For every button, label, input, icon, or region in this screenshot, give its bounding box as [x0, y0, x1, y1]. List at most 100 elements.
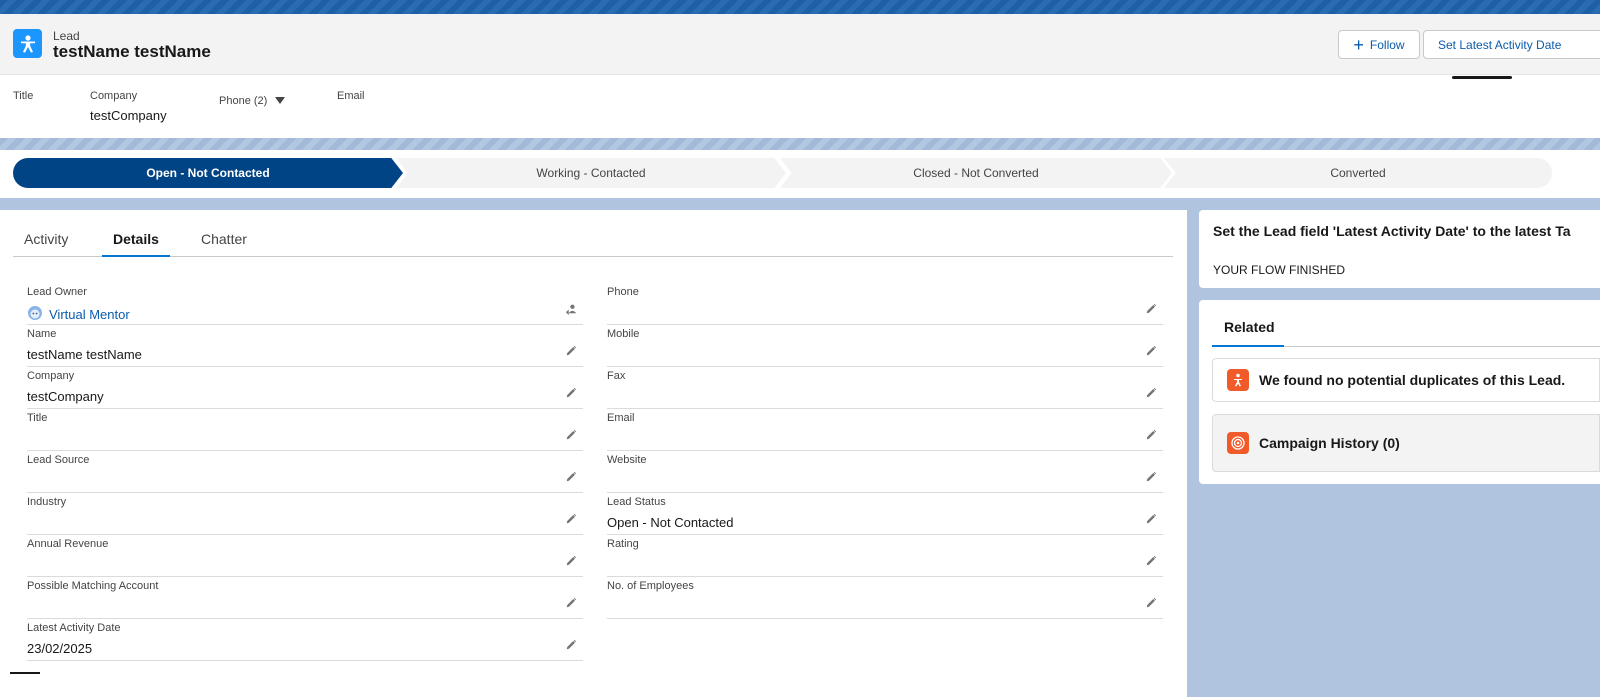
field-value: testName testName [27, 347, 142, 362]
header-field-value: testCompany [90, 108, 167, 123]
field-phone: Phone [607, 283, 1163, 325]
field-industry: Industry [27, 493, 583, 535]
duplicates-text: We found no potential duplicates of this… [1259, 372, 1566, 388]
field-lead-owner: Lead Owner Virtual Mentor [27, 283, 583, 325]
set-latest-activity-date-label: Set Latest Activity Date [1438, 37, 1562, 52]
pencil-icon[interactable] [1145, 429, 1159, 443]
field-website: Website [607, 451, 1163, 493]
flow-title: Set the Lead field 'Latest Activity Date… [1213, 223, 1571, 239]
field-label: Possible Matching Account [27, 580, 159, 592]
lead-owner-link[interactable]: Virtual Mentor [27, 305, 130, 324]
path-step-closed-not-converted[interactable]: Closed - Not Converted [780, 158, 1172, 188]
follow-button-label: Follow [1369, 37, 1405, 52]
duplicates-card: We found no potential duplicates of this… [1212, 358, 1600, 402]
header-top: Lead testName testName + Follow Set Late… [0, 14, 1600, 75]
field-value: 23/02/2025 [27, 641, 93, 656]
button-underline [1452, 76, 1512, 79]
chevron-down-icon[interactable] [274, 97, 285, 105]
field-latest-activity-date: Latest Activity Date 23/02/2025 [27, 619, 583, 661]
field-annual-revenue: Annual Revenue [27, 535, 583, 577]
path-step-working-contacted[interactable]: Working - Contacted [396, 158, 786, 188]
pencil-icon[interactable] [1145, 471, 1159, 485]
field-lead-source: Lead Source [27, 451, 583, 493]
tab-activity[interactable]: Activity [24, 231, 68, 257]
tab-related[interactable]: Related [1212, 319, 1284, 347]
pencil-icon[interactable] [565, 555, 579, 569]
field-label: Title [27, 412, 48, 424]
field-possible-matching-account: Possible Matching Account [27, 577, 583, 619]
field-label: Email [607, 412, 635, 424]
lead-icon [13, 29, 42, 58]
campaign-history-card[interactable]: Campaign History (0) [1212, 414, 1600, 472]
top-pattern-band [0, 0, 1600, 14]
field-label: Website [607, 454, 647, 466]
field-label: Mobile [607, 328, 640, 340]
pencil-icon[interactable] [565, 387, 579, 401]
field-label: Name [27, 328, 57, 340]
pencil-icon[interactable] [1145, 555, 1159, 569]
record-header: Lead testName testName + Follow Set Late… [0, 14, 1600, 138]
field-label: Lead Source [27, 454, 90, 466]
pencil-icon[interactable] [1145, 387, 1159, 401]
lead-owner-name[interactable]: Virtual Mentor [49, 307, 130, 322]
campaign-history-link[interactable]: Campaign History (0) [1259, 435, 1400, 451]
header-field-phone[interactable]: Phone (2) [219, 92, 285, 107]
field-email: Email [607, 409, 1163, 451]
field-rating: Rating [607, 535, 1163, 577]
field-value: testCompany [27, 389, 104, 404]
target-icon [1227, 432, 1249, 454]
follow-button[interactable]: + Follow [1338, 30, 1420, 59]
pencil-icon[interactable] [565, 471, 579, 485]
field-label: Rating [607, 538, 639, 550]
pencil-icon[interactable] [565, 597, 579, 611]
record-tabs: Activity Details Chatter [13, 228, 1173, 257]
path-step-open-not-contacted[interactable]: Open - Not Contacted [13, 158, 403, 188]
pencil-icon[interactable] [565, 513, 579, 527]
field-value: Open - Not Contacted [607, 515, 734, 530]
status-path: Open - Not Contacted Working - Contacted… [0, 150, 1600, 198]
field-lead-status: Lead Status Open - Not Contacted [607, 493, 1163, 535]
header-field-label: Company [90, 90, 138, 102]
header-field-title: Title [13, 90, 33, 102]
field-label: Latest Activity Date [27, 622, 121, 634]
flow-status: YOUR FLOW FINISHED [1213, 263, 1346, 277]
tab-chatter[interactable]: Chatter [201, 231, 247, 257]
path-step-converted[interactable]: Converted [1164, 158, 1552, 188]
plus-icon: + [1353, 34, 1364, 55]
pencil-icon[interactable] [565, 639, 579, 653]
details-card: Activity Details Chatter Lead Owner Virtu… [0, 210, 1187, 697]
flow-card: Set the Lead field 'Latest Activity Date… [1199, 210, 1600, 288]
owner-avatar-icon [27, 305, 43, 324]
pencil-icon[interactable] [565, 345, 579, 359]
pencil-icon[interactable] [1145, 303, 1159, 317]
field-label: No. of Employees [607, 580, 694, 592]
field-fax: Fax [607, 367, 1163, 409]
header-field-label: Title [13, 90, 34, 102]
field-label: Lead Status [607, 496, 666, 508]
field-name: Name testName testName [27, 325, 583, 367]
pencil-icon[interactable] [1145, 597, 1159, 611]
header-field-label: Email [337, 90, 365, 102]
change-owner-icon[interactable] [565, 303, 579, 317]
record-type: Lead [53, 29, 80, 43]
field-label: Industry [27, 496, 67, 508]
header-field-email: Email [337, 90, 365, 102]
field-no-of-employees: No. of Employees [607, 577, 1163, 619]
field-company: Company testCompany [27, 367, 583, 409]
bottom-dash [10, 672, 40, 674]
pencil-icon[interactable] [1145, 513, 1159, 527]
field-label: Company [27, 370, 75, 382]
field-title: Title [27, 409, 583, 451]
field-mobile: Mobile [607, 325, 1163, 367]
middle-pattern-band [0, 138, 1600, 150]
related-tabs: Related [1212, 319, 1600, 347]
pencil-icon[interactable] [565, 429, 579, 443]
related-card: Related We found no potential duplicates… [1199, 300, 1600, 484]
pencil-icon[interactable] [1145, 345, 1159, 359]
field-label: Annual Revenue [27, 538, 109, 550]
field-label: Phone [607, 286, 639, 298]
field-label: Lead Owner [27, 286, 87, 298]
tab-details[interactable]: Details [102, 231, 170, 257]
set-latest-activity-date-button[interactable]: Set Latest Activity Date [1423, 30, 1600, 59]
header-field-label: Phone (2) [219, 95, 268, 107]
